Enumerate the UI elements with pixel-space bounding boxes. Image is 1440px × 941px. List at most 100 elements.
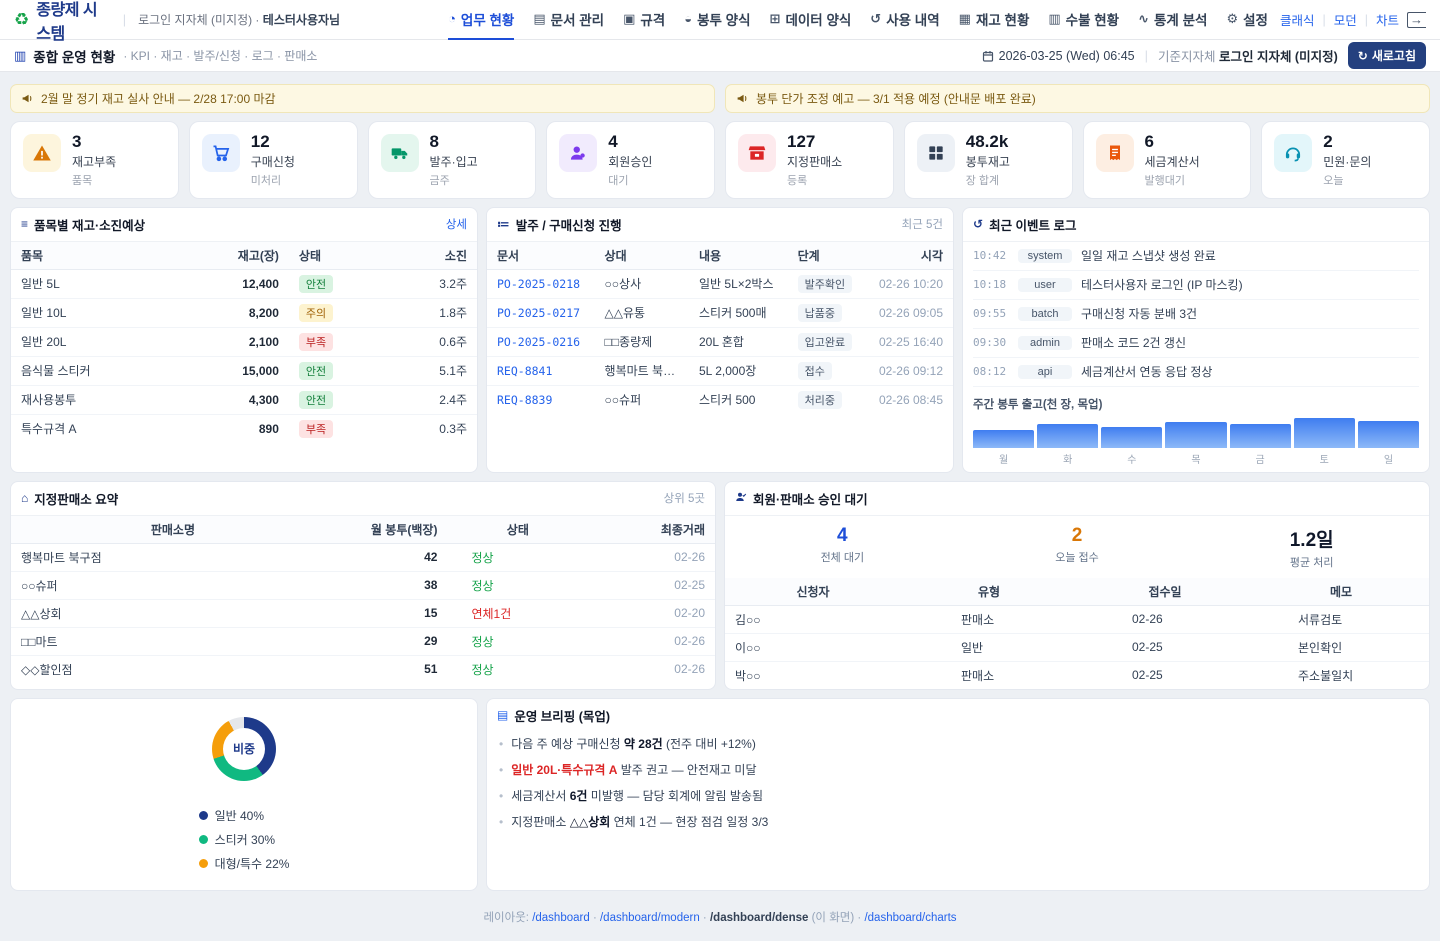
doc-number-link[interactable]: PO-2025-0216 — [497, 335, 580, 349]
table-row: 김○○판매소02-26서류검토 — [725, 605, 1429, 633]
logout-icon[interactable]: → — [1407, 12, 1426, 28]
nav-bag-forms[interactable]: ◒봉투 양식 — [684, 0, 750, 40]
table-row: REQ-8841행복마트 북…5L 2,000장접수02-26 09:12 — [487, 356, 953, 385]
column-header: 품목 — [11, 242, 176, 270]
briefing-item: •일반 20L·특수규격 A 발주 권고 — 안전재고 미달 — [499, 757, 1417, 783]
layout-footer: 레이아웃: /dashboard · /dashboard/modern · /… — [10, 901, 1430, 941]
briefing-item: •지정판매소 △△상회 연체 1건 — 현장 점검 일정 3/3 — [499, 809, 1417, 835]
briefing-list: •다음 주 예상 구매신청 약 28건 (전주 대비 +12%) •일반 20L… — [487, 727, 1429, 845]
log-tag: api — [1018, 365, 1072, 379]
stock-detail-link[interactable]: 상세 — [446, 216, 467, 232]
doc-number-link[interactable]: PO-2025-0217 — [497, 306, 580, 320]
table-row: 박○○판매소02-25주소불일치 — [725, 661, 1429, 689]
nav-ledger[interactable]: ▥수불 현황 — [1048, 0, 1119, 40]
stage-badge: 납품중 — [798, 304, 842, 322]
kpi-tax-invoices[interactable]: 6세금계산서발행대기 — [1083, 121, 1252, 199]
column-header: 메모 — [1253, 578, 1429, 606]
briefing-header: ▤운영 브리핑 (목업) — [487, 699, 1429, 727]
list-check-icon: ≔ — [497, 217, 510, 231]
nav-settings[interactable]: ⚙설정 — [1226, 0, 1268, 40]
column-header: 판매소명 — [11, 516, 335, 544]
status-badge: 부족 — [299, 333, 333, 351]
stage-badge: 처리중 — [798, 391, 842, 409]
log-row: 10:18user테스터사용자 로그인 (IP 마스킹) — [973, 271, 1419, 300]
column-header: 접수일 — [1077, 578, 1253, 606]
refresh-button[interactable]: ↻ 새로고침 — [1348, 42, 1426, 69]
nav-inventory[interactable]: ▦재고 현황 — [959, 0, 1030, 40]
doc-number-link[interactable]: REQ-8841 — [497, 364, 552, 378]
orders-recent-note: 최근 5건 — [902, 216, 943, 232]
sub-header: ▥ 종합 운영 현황 · KPI · 재고 · 발주/신청 · 로그 · 판매소… — [0, 40, 1440, 72]
doc-number-link[interactable]: PO-2025-0218 — [497, 277, 580, 291]
column-header: 상태 — [447, 516, 588, 544]
footer-link-dashboard[interactable]: /dashboard — [532, 912, 590, 924]
nav-doc-management[interactable]: ▤문서 관리 — [533, 0, 604, 40]
panel-row-4: 비중 일반 40% 스티커 30% 대형/특수 22% ▤운영 브리핑 (목업)… — [10, 698, 1430, 891]
bar-sat — [1294, 418, 1355, 448]
column-header: 최종거래 — [588, 516, 715, 544]
breadcrumb: · KPI · 재고 · 발주/신청 · 로그 · 판매소 — [123, 47, 317, 64]
stock-table: 품목 재고(장) 상태 소진 일반 5L12,400안전3.2주 일반 10L8… — [11, 242, 477, 443]
table-row: 일반 20L2,100부족0.6주 — [11, 327, 477, 356]
share-donut: 비중 — [212, 717, 276, 781]
mode-modern-link[interactable]: 모던 — [1334, 10, 1357, 29]
kpi-inquiries[interactable]: 2민원·문의오늘 — [1261, 121, 1430, 199]
table-row: 일반 5L12,400안전3.2주 — [11, 269, 477, 298]
approvals-panel-header: 회원·판매소 승인 대기 — [725, 482, 1429, 516]
orders-table: 문서 상대 내용 단계 시각 PO-2025-0218○○상사일반 5L×2박스… — [487, 242, 953, 414]
user-icon — [559, 134, 597, 172]
divider: | — [1365, 13, 1368, 27]
table-icon: ⊞ — [770, 11, 781, 27]
table-row: 일반 10L8,200주의1.8주 — [11, 298, 477, 327]
bar-mon — [973, 430, 1034, 447]
log-row: 10:42system일일 재고 스냅샷 생성 완료 — [973, 242, 1419, 271]
table-row: 재사용봉투4,300안전2.4주 — [11, 385, 477, 414]
nav-statistics[interactable]: ∿통계 분석 — [1138, 0, 1207, 40]
kpi-row: 3재고부족품목 12구매신청미처리 8발주·입고금주 4회원승인대기 127지정… — [10, 121, 1430, 199]
sellers-table: 판매소명 월 봉투(백장) 상태 최종거래 행복마트 북구점42정상02-26 … — [11, 516, 715, 683]
divider: | — [1145, 48, 1148, 63]
log-tag: system — [1018, 249, 1072, 263]
nav-usage-history[interactable]: ↺사용 내역 — [870, 0, 939, 40]
table-row: ○○슈퍼38정상02-25 — [11, 571, 715, 599]
seller-status: 정상 — [471, 579, 493, 593]
bar-tue — [1037, 424, 1098, 447]
footer-link-charts[interactable]: /dashboard/charts — [864, 912, 956, 924]
warning-triangle-icon — [23, 134, 61, 172]
megaphone-icon — [21, 92, 34, 105]
kpi-designated-sellers[interactable]: 127지정판매소등록 — [725, 121, 894, 199]
orders-panel-header: ≔발주 / 구매신청 진행 최근 5건 — [487, 208, 953, 242]
notice-text: 2월 말 정기 재고 실사 안내 — 2/28 17:00 마감 — [41, 90, 276, 107]
dashboard-icon: ◔ — [448, 11, 456, 26]
legend-item: 일반 40% — [199, 807, 290, 824]
doc-number-link[interactable]: REQ-8839 — [497, 393, 552, 407]
kpi-bag-inventory[interactable]: 48.2k봉투재고장 합계 — [904, 121, 1073, 199]
share-panel: 비중 일반 40% 스티커 30% 대형/특수 22% — [10, 698, 478, 891]
kpi-purchase-requests[interactable]: 12구매신청미처리 — [189, 121, 358, 199]
event-log-header: ↺최근 이벤트 로그 — [963, 208, 1429, 242]
mode-chart-link[interactable]: 차트 — [1376, 10, 1399, 29]
log-tag: batch — [1018, 307, 1072, 321]
notice-banner-2: 봉투 단가 조정 예고 — 3/1 적용 예정 (안내문 배포 완료) — [725, 84, 1430, 113]
panel-row-3: ⌂지정판매소 요약 상위 5곳 판매소명 월 봉투(백장) 상태 최종거래 행복… — [10, 481, 1430, 690]
approvals-panel: 회원·판매소 승인 대기 4전체 대기 2오늘 접수 1.2일평균 처리 신청자… — [724, 481, 1430, 690]
seller-status: 정상 — [471, 551, 493, 565]
base-org: 기준지자체 로그인 지자체 (미지정) — [1158, 46, 1338, 65]
log-row: 08:12api세금계산서 연동 응답 정상 — [973, 358, 1419, 387]
nav-data-forms[interactable]: ⊞데이터 양식 — [770, 0, 852, 40]
kpi-member-approvals[interactable]: 4회원승인대기 — [546, 121, 715, 199]
table-row: PO-2025-0216□□종량제20L 혼합입고완료02-25 16:40 — [487, 327, 953, 356]
gear-icon: ⚙ — [1226, 11, 1238, 27]
notice-banners: 2월 말 정기 재고 실사 안내 — 2/28 17:00 마감 봉투 단가 조… — [10, 84, 1430, 113]
nav-work-status[interactable]: ◔업무 현황 — [448, 0, 514, 40]
nav-specs[interactable]: ▣규격 — [623, 0, 665, 40]
column-header: 유형 — [901, 578, 1077, 606]
ledger-icon: ▥ — [1048, 11, 1060, 27]
mode-classic-link[interactable]: 클래식 — [1280, 10, 1315, 29]
footer-link-modern[interactable]: /dashboard/modern — [600, 912, 700, 924]
footer-label: 레이아웃: — [483, 912, 529, 924]
kpi-low-stock[interactable]: 3재고부족품목 — [10, 121, 179, 199]
notice-banner-1: 2월 말 정기 재고 실사 안내 — 2/28 17:00 마감 — [10, 84, 715, 113]
legend-item: 스티커 30% — [199, 831, 290, 848]
kpi-orders-inbound[interactable]: 8발주·입고금주 — [368, 121, 537, 199]
